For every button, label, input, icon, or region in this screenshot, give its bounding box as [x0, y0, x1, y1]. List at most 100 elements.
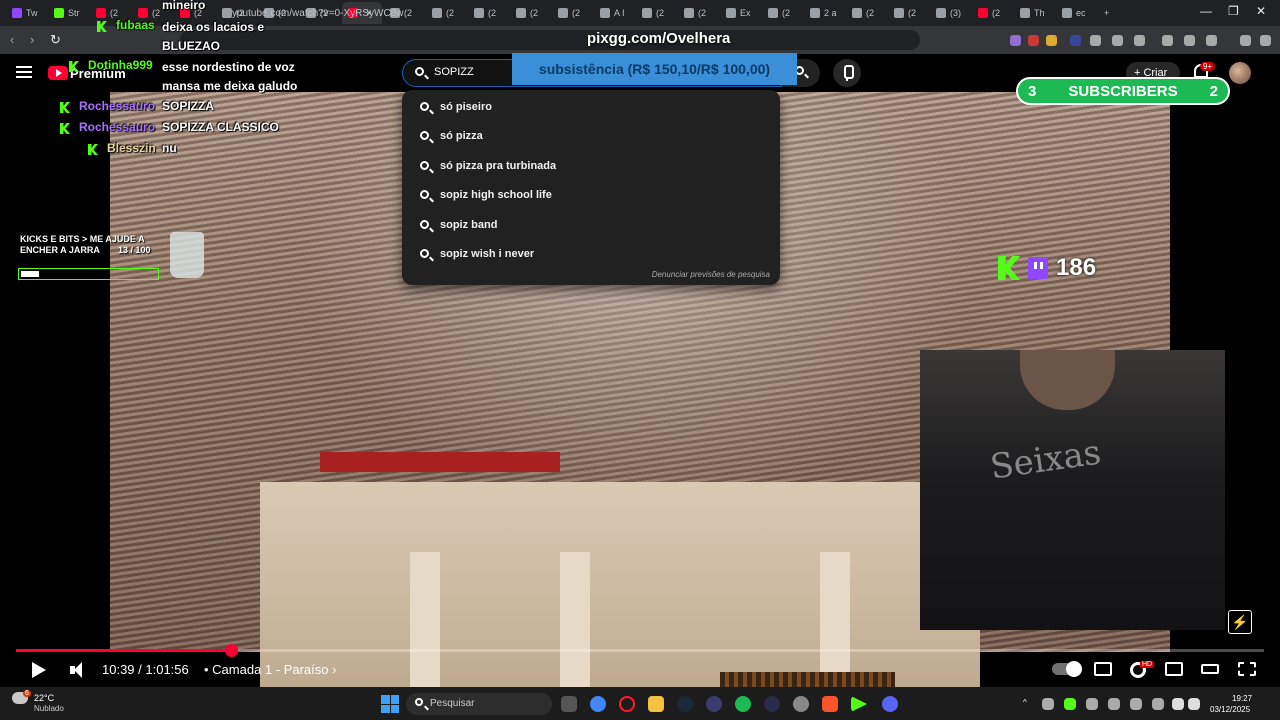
progress-bar[interactable] — [16, 644, 1264, 657]
extension-icon[interactable] — [1028, 35, 1039, 46]
forward-icon[interactable]: › — [30, 32, 34, 47]
clock-date[interactable]: 03/12/2025 — [1210, 705, 1250, 714]
minimize-button[interactable]: — — [1200, 4, 1212, 18]
tray-icon[interactable] — [1130, 698, 1142, 710]
obs-icon[interactable] — [793, 696, 809, 712]
discord-icon[interactable] — [882, 696, 898, 712]
clock-time[interactable]: 19:27 — [1232, 694, 1252, 703]
close-window-button[interactable]: ✕ — [1256, 4, 1266, 18]
suggestion-item[interactable]: sopiz high school life — [402, 182, 780, 210]
restore-button[interactable]: ❐ — [1228, 4, 1239, 18]
suggestion-item[interactable]: só pizza pra turbinada — [402, 153, 780, 181]
browser-tab[interactable]: Th — [1014, 2, 1054, 24]
extension-icon[interactable] — [1010, 35, 1021, 46]
browser-tab[interactable]: 2 a — [804, 2, 844, 24]
suggestion-item[interactable]: só pizza — [402, 123, 780, 151]
browser-tab[interactable]: (2 — [468, 2, 508, 24]
media-icon[interactable] — [1162, 35, 1173, 46]
chat-message: nu — [162, 141, 177, 155]
task-view-icon[interactable] — [561, 696, 577, 712]
screen: Tw Str (2 (2 (2 (2 (2 (2 × (2 (2 (2 (2 (2 A I (2 (2 Ex (2 2… — [0, 0, 1280, 720]
sidebar-icon[interactable] — [1184, 35, 1195, 46]
chat-message: mineiro — [162, 0, 206, 12]
back-icon[interactable]: ‹ — [10, 32, 14, 47]
chat-message: esse nordestino de voz mansa me deixa ga… — [162, 60, 298, 93]
chevron-up-icon[interactable]: ^ — [1023, 698, 1027, 707]
tray-icon[interactable] — [1042, 698, 1054, 710]
volume-icon[interactable] — [70, 662, 88, 678]
browser-tab[interactable]: (2 — [510, 2, 550, 24]
tab-label: Ex — [740, 8, 751, 18]
suggestion-item[interactable]: só piseiro — [402, 94, 780, 122]
suggestion-item[interactable]: sopiz wish i never — [402, 241, 780, 269]
report-predictions-link[interactable]: Denunciar previsões de pesquisa — [652, 270, 770, 279]
bolt-icon[interactable]: ⚡ — [1228, 610, 1252, 634]
donation-goal-overlay: subsistência (R$ 150,10/R$ 100,00) — [512, 53, 797, 85]
spotify-icon[interactable] — [735, 696, 751, 712]
browser-tab[interactable]: (3) — [930, 2, 970, 24]
avatar[interactable] — [1229, 62, 1251, 84]
suggestion-item[interactable]: sopiz band — [402, 212, 780, 240]
youtube-logo-icon[interactable] — [48, 66, 68, 80]
browser-tab[interactable]: (2 — [426, 2, 466, 24]
tab-label: (2 — [488, 8, 497, 18]
browser-tab[interactable]: Ex — [720, 2, 760, 24]
browser-tab[interactable]: Str — [48, 2, 88, 24]
chat-message: deixa os lacaios e BLUEZAO — [162, 20, 265, 53]
scrubber-handle[interactable] — [224, 644, 238, 657]
search-icon — [420, 249, 429, 258]
fullscreen-icon[interactable] — [1238, 662, 1256, 676]
browser-tab[interactable]: A I — [594, 2, 634, 24]
taskbar-search[interactable] — [406, 693, 552, 715]
tab-label: Th — [1034, 8, 1045, 18]
extension-icon[interactable] — [1070, 35, 1081, 46]
weather-temp[interactable]: 22°C — [34, 693, 54, 703]
url-text[interactable]: youtube.com/watch?v=0-XyRSyWC8w — [232, 8, 403, 19]
tray-icon[interactable] — [1064, 698, 1076, 710]
menu-icon[interactable] — [1260, 35, 1271, 46]
miniplayer-icon[interactable] — [1165, 662, 1183, 676]
chapter-label[interactable]: • Camada 1 - Paraíso › — [204, 662, 336, 677]
tab-label: (2 — [782, 8, 791, 18]
browser-tab[interactable]: (2 — [846, 2, 886, 24]
steam-icon[interactable] — [677, 696, 693, 712]
windows-start-icon[interactable] — [381, 695, 399, 713]
voice-search-icon[interactable] — [833, 59, 861, 87]
wifi-icon[interactable] — [1172, 698, 1184, 710]
suggestion-text: sopiz wish i never — [440, 248, 535, 260]
tray-icon[interactable] — [1108, 698, 1120, 710]
chrome-icon[interactable] — [590, 696, 606, 712]
browser-tab[interactable]: (2 — [762, 2, 802, 24]
browser-tab[interactable]: ec — [1056, 2, 1096, 24]
search-input-value[interactable]: SOPIZZ — [434, 66, 474, 78]
tab-label: (2 — [866, 8, 875, 18]
browser-tab[interactable]: (2 — [636, 2, 676, 24]
microphone-icon[interactable] — [1152, 698, 1164, 710]
app-icon[interactable] — [764, 696, 780, 712]
extension-icon[interactable] — [1046, 35, 1057, 46]
speaker-icon[interactable] — [1188, 698, 1200, 710]
tray-icon[interactable] — [1086, 698, 1098, 710]
folder-icon[interactable] — [648, 696, 664, 712]
tab-label: (2 — [698, 8, 707, 18]
reload-icon[interactable]: ↻ — [50, 32, 61, 48]
browser-tab[interactable]: (2 — [972, 2, 1012, 24]
puzzle-icon[interactable] — [1112, 35, 1123, 46]
new-tab-button[interactable]: + — [1098, 2, 1118, 24]
opera-icon[interactable] — [619, 696, 635, 712]
play-icon[interactable] — [32, 662, 46, 678]
shield-icon[interactable] — [1240, 35, 1251, 46]
subtitles-icon[interactable] — [1094, 662, 1112, 676]
browser-tab[interactable]: (2 — [552, 2, 592, 24]
browser-tab[interactable]: (2 — [678, 2, 718, 24]
browser-tab[interactable]: (2 — [888, 2, 928, 24]
autoplay-toggle[interactable] — [1052, 661, 1082, 677]
browser-tab[interactable]: Tw — [6, 2, 46, 24]
extension-icon[interactable] — [1090, 35, 1101, 46]
wallet-icon[interactable] — [1206, 35, 1217, 46]
hamburger-menu-icon[interactable] — [16, 66, 32, 78]
app-icon[interactable] — [706, 696, 722, 712]
brave-icon[interactable] — [822, 696, 838, 712]
theater-mode-icon[interactable] — [1201, 664, 1219, 674]
extension-icon[interactable] — [1134, 35, 1145, 46]
